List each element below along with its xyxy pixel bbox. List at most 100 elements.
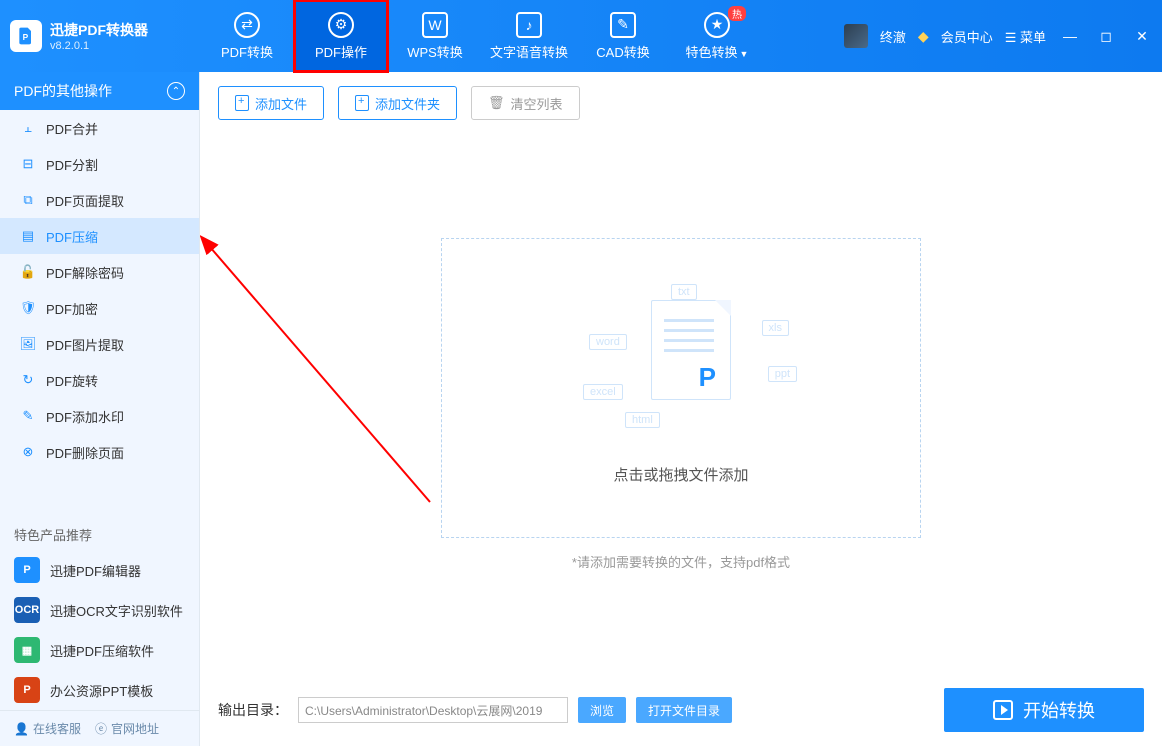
promo-label: 迅捷OCR文字识别软件: [50, 601, 183, 620]
gear-icon: ⚙: [328, 12, 354, 38]
tag-txt: txt: [671, 284, 697, 300]
add-folder-icon: [355, 95, 369, 111]
app-title: 迅捷PDF转换器: [50, 20, 148, 40]
split-icon: ⊟: [20, 156, 36, 172]
sidebar-item-label: PDF页面提取: [46, 191, 124, 210]
sidebar-item-delete-page[interactable]: ⊗ PDF删除页面: [0, 434, 199, 470]
main-tabs: ⇄ PDF转换 ⚙ PDF操作 W WPS转换 ♪ 文字语音转换 ✎ CAD转换…: [200, 0, 764, 72]
sidebar-item-merge[interactable]: ⫠ PDF合并: [0, 110, 199, 146]
tab-wps-convert[interactable]: W WPS转换: [388, 0, 482, 72]
promo-compress[interactable]: ▦ 迅捷PDF压缩软件: [0, 630, 199, 670]
headset-icon: 👤: [14, 722, 29, 736]
globe-icon: ⓔ: [95, 720, 107, 737]
minimize-button[interactable]: —: [1058, 24, 1082, 48]
tag-word: word: [589, 334, 627, 350]
sidebar-item-label: PDF加密: [46, 299, 98, 318]
avatar[interactable]: [844, 24, 868, 48]
tag-ppt: ppt: [768, 366, 797, 382]
tab-tts-convert[interactable]: ♪ 文字语音转换: [482, 0, 576, 72]
menu-button[interactable]: ☰ 菜单: [1005, 27, 1046, 46]
delete-page-icon: ⊗: [20, 444, 36, 460]
sidebar-item-label: PDF压缩: [46, 227, 98, 246]
sidebar-item-label: PDF解除密码: [46, 263, 124, 282]
shield-icon: 🛡: [20, 300, 36, 316]
sidebar-item-extract-page[interactable]: ⧉ PDF页面提取: [0, 182, 199, 218]
sidebar-item-label: PDF添加水印: [46, 407, 124, 426]
audio-icon: ♪: [516, 12, 542, 38]
sidebar-header[interactable]: PDF的其他操作 ⌃: [0, 72, 199, 110]
svg-text:P: P: [23, 32, 29, 42]
promo-label: 迅捷PDF编辑器: [50, 561, 141, 580]
diamond-icon: ◆: [918, 28, 929, 45]
maximize-button[interactable]: ◻: [1094, 24, 1118, 48]
tag-xls: xls: [762, 320, 789, 336]
sidebar-item-watermark[interactable]: ✎ PDF添加水印: [0, 398, 199, 434]
collapse-icon[interactable]: ⌃: [167, 82, 185, 100]
promo-ppt-template[interactable]: P办公资源PPT模板: [0, 670, 199, 710]
pdf-editor-icon: P: [14, 557, 40, 583]
add-file-button[interactable]: 添加文件: [218, 86, 324, 120]
dropzone-text: 点击或拖拽文件添加: [613, 464, 748, 485]
main-panel: 添加文件 添加文件夹 🗑清空列表 txt word excel html xls…: [200, 72, 1162, 746]
sidebar-item-split[interactable]: ⊟ PDF分割: [0, 146, 199, 182]
cad-icon: ✎: [610, 12, 636, 38]
tag-excel: excel: [583, 384, 623, 400]
document-icon: P: [651, 300, 731, 400]
close-button[interactable]: ✕: [1130, 24, 1154, 48]
tab-pdf-convert[interactable]: ⇄ PDF转换: [200, 0, 294, 72]
tab-label: WPS转换: [407, 42, 463, 61]
watermark-icon: ✎: [20, 408, 36, 424]
sidebar-item-label: PDF合并: [46, 119, 98, 138]
online-service-link[interactable]: 👤在线客服: [14, 720, 81, 737]
promo-ocr[interactable]: OCR 迅捷OCR文字识别软件: [0, 590, 199, 630]
output-path-field[interactable]: C:\Users\Administrator\Desktop\云展网\2019: [298, 697, 568, 723]
tab-label: 文字语音转换: [490, 42, 568, 61]
add-folder-button[interactable]: 添加文件夹: [338, 86, 457, 120]
ppt-icon: P: [14, 677, 40, 703]
header-right: 终澈 ◆ 会员中心 ☰ 菜单 — ◻ ✕: [844, 0, 1154, 72]
tab-special-convert[interactable]: 热 ★ 特色转换▼: [670, 0, 764, 72]
sidebar-item-label: PDF图片提取: [46, 335, 124, 354]
unlock-icon: 🔓: [20, 264, 36, 280]
username[interactable]: 终澈: [880, 27, 906, 46]
p-logo-icon: P: [699, 362, 716, 393]
tab-label: CAD转换: [596, 42, 649, 61]
sidebar-item-encrypt[interactable]: 🛡 PDF加密: [0, 290, 199, 326]
open-dir-button[interactable]: 打开文件目录: [636, 697, 732, 723]
wps-icon: W: [422, 12, 448, 38]
clear-list-button[interactable]: 🗑清空列表: [471, 86, 580, 120]
sidebar-item-label: PDF删除页面: [46, 443, 124, 462]
convert-icon: ⇄: [234, 12, 260, 38]
extract-icon: ⧉: [20, 192, 36, 208]
sidebar-item-compress[interactable]: ▤ PDF压缩: [0, 218, 199, 254]
start-convert-button[interactable]: 开始转换: [944, 688, 1144, 732]
sidebar-header-label: PDF的其他操作: [14, 81, 112, 101]
image-icon: 🖼: [20, 336, 36, 352]
promo-pdf-editor[interactable]: P 迅捷PDF编辑器: [0, 550, 199, 590]
app-header: P 迅捷PDF转换器 v8.2.0.1 ⇄ PDF转换 ⚙ PDF操作 W WP…: [0, 0, 1162, 72]
tag-html: html: [625, 412, 660, 428]
file-dropzone[interactable]: txt word excel html xls ppt P 点击或拖拽文件添加: [441, 238, 921, 538]
zip-icon: ▦: [14, 637, 40, 663]
add-file-icon: [235, 95, 249, 111]
promo-title: 特色产品推荐: [0, 519, 199, 550]
sidebar-list: ⫠ PDF合并 ⊟ PDF分割 ⧉ PDF页面提取 ▤ PDF压缩 🔓 PDF解除密码 🛡…: [0, 110, 199, 470]
merge-icon: ⫠: [20, 120, 36, 136]
chevron-down-icon: ▼: [740, 49, 749, 59]
sidebar-item-unlock[interactable]: 🔓 PDF解除密码: [0, 254, 199, 290]
trash-icon: 🗑: [488, 95, 505, 111]
tab-pdf-operate[interactable]: ⚙ PDF操作: [294, 0, 388, 72]
sidebar-item-label: PDF分割: [46, 155, 98, 174]
tab-label: PDF操作: [315, 42, 367, 61]
browse-button[interactable]: 浏览: [578, 697, 626, 723]
sidebar-item-rotate[interactable]: ↻PDF旋转: [0, 362, 199, 398]
tab-cad-convert[interactable]: ✎ CAD转换: [576, 0, 670, 72]
vip-center-link[interactable]: 会员中心: [941, 27, 993, 46]
ocr-icon: OCR: [14, 597, 40, 623]
sidebar-item-label: PDF旋转: [46, 371, 98, 390]
compress-icon: ▤: [20, 228, 36, 244]
promo-section: 特色产品推荐 P 迅捷PDF编辑器 OCR 迅捷OCR文字识别软件 ▦ 迅捷PDF压缩…: [0, 507, 199, 710]
official-site-link[interactable]: ⓔ官网地址: [95, 720, 159, 737]
sidebar-item-extract-image[interactable]: 🖼 PDF图片提取: [0, 326, 199, 362]
promo-label: 迅捷PDF压缩软件: [50, 641, 154, 660]
